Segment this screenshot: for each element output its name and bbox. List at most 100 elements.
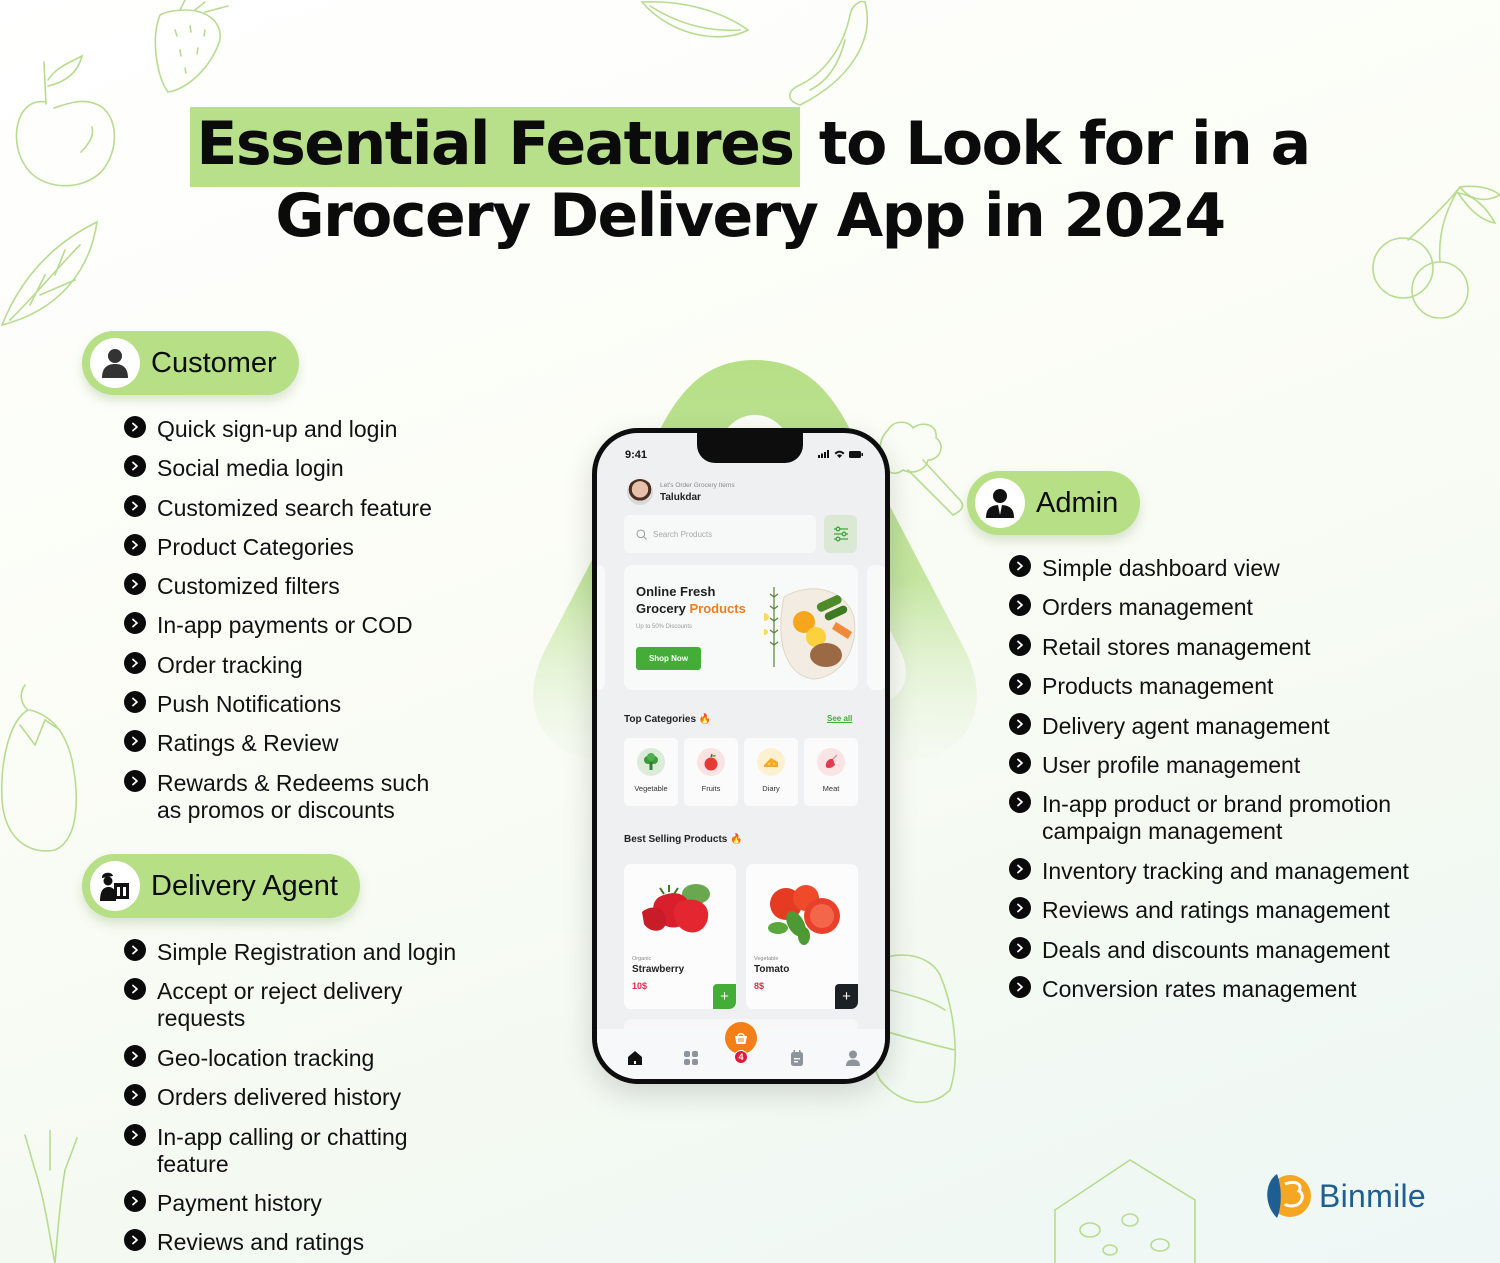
product-list: Organic Strawberry 10$ + Vegetable Tomato 8$ +	[624, 864, 858, 1009]
binmile-logo: Binmile	[1263, 1170, 1426, 1222]
feature-item: Order tracking	[124, 651, 457, 679]
product-card[interactable]: Organic Strawberry 10$ +	[624, 864, 736, 1009]
chevron-right-icon	[1009, 594, 1031, 617]
feature-item: Conversion rates management	[1009, 975, 1442, 1003]
product-price: 8$	[754, 981, 765, 991]
feature-text: Customized filters	[157, 573, 340, 600]
tab-profile[interactable]	[843, 1048, 863, 1068]
feature-item: Quick sign-up and login	[124, 416, 457, 443]
plus-icon: +	[842, 988, 851, 1005]
feature-item: Orders management	[1009, 594, 1442, 621]
category-fruits[interactable]: Fruits	[684, 738, 738, 806]
banner-title-line2: Grocery	[636, 601, 690, 616]
cheese-doodle	[1050, 1150, 1200, 1263]
chevron-right-icon	[1009, 857, 1031, 880]
avatar[interactable]	[627, 479, 653, 505]
admin-section-header: Admin	[967, 471, 1141, 535]
feature-text: Push Notifications	[157, 691, 342, 718]
chevron-right-icon	[124, 939, 146, 961]
see-all-link[interactable]: See all	[827, 714, 852, 723]
binmile-logo-icon	[1267, 1174, 1311, 1218]
tab-home[interactable]	[625, 1048, 645, 1068]
feature-item: User profile management	[1009, 751, 1442, 779]
feature-text: Conversion rates management	[1042, 975, 1357, 1002]
brand-name: Binmile	[1319, 1177, 1427, 1214]
phone-screen: 9:41 Let's Order Grocery Items Talukdar …	[597, 433, 885, 1079]
search-input[interactable]: Search Products	[624, 515, 816, 553]
feature-text: Social media login	[157, 455, 344, 482]
chevron-right-icon	[1009, 555, 1031, 577]
delivery-agent-feature-list: Simple Registration and login Accept or r…	[124, 939, 457, 1263]
category-meat[interactable]: Meat	[804, 738, 858, 806]
promo-banner[interactable]: Online Fresh Grocery Products Up to 50% …	[624, 565, 858, 690]
phone-mockup: 9:41 Let's Order Grocery Items Talukdar …	[592, 428, 890, 1084]
feature-item: Inventory tracking and management	[1009, 857, 1442, 885]
feature-text: Orders management	[1042, 594, 1253, 621]
chevron-right-icon	[124, 1229, 146, 1252]
chevron-right-icon	[1009, 936, 1031, 959]
chevron-right-icon	[124, 573, 146, 596]
admin-label: Admin	[1036, 486, 1119, 519]
search-icon	[636, 529, 647, 540]
bottom-tab-bar: 4	[597, 1022, 885, 1079]
plus-icon: +	[720, 988, 729, 1005]
best-selling-heading: Best Selling Products 🔥	[624, 834, 743, 845]
banner-title-line1: Online Fresh	[636, 584, 716, 599]
feature-text: Orders delivered history	[157, 1084, 402, 1111]
shop-now-button[interactable]: Shop Now	[636, 647, 701, 670]
product-card[interactable]: Vegetable Tomato 8$ +	[746, 864, 858, 1009]
meat-icon	[817, 748, 845, 776]
feature-text: User profile management	[1042, 751, 1301, 778]
leaf-top-doodle	[640, 0, 750, 45]
banner-peek-right	[867, 565, 885, 690]
feature-text: Rewards & Redeems such as promos or disc…	[157, 769, 430, 823]
chevron-right-icon	[124, 416, 146, 438]
add-to-cart-button[interactable]: +	[835, 984, 858, 1009]
feature-text: Product Categories	[157, 533, 354, 560]
grocery-bag-image	[764, 587, 856, 680]
feature-text: Ratings & Review	[157, 730, 339, 757]
category-label: Fruits	[701, 784, 721, 793]
category-list: Vegetable Fruits Diary Meat	[624, 738, 858, 806]
pepper-doodle	[780, 0, 880, 110]
customer-section-header: Customer	[82, 331, 299, 395]
feature-item: Push Notifications	[124, 691, 457, 718]
product-price: 10$	[632, 981, 648, 991]
chevron-right-icon	[1009, 791, 1031, 814]
chevron-right-icon	[124, 769, 146, 792]
tab-orders[interactable]	[787, 1048, 807, 1068]
feature-item: In-app calling or chatting feature	[124, 1123, 457, 1178]
feature-item: Deals and discounts management	[1009, 936, 1442, 964]
category-vegetable[interactable]: Vegetable	[624, 738, 678, 806]
feature-item: Retail stores management	[1009, 633, 1442, 661]
search-placeholder: Search Products	[653, 529, 713, 539]
top-categories-title: Top Categories	[624, 714, 697, 725]
chevron-right-icon	[124, 1123, 146, 1146]
filter-button[interactable]	[824, 515, 857, 553]
feature-item: Accept or reject delivery requests	[124, 978, 457, 1032]
chevron-right-icon	[124, 494, 146, 517]
feature-text: Quick sign-up and login	[157, 416, 398, 442]
sliders-icon	[833, 526, 848, 542]
feature-text: Simple dashboard view	[1042, 555, 1280, 581]
feature-item: Payment history	[124, 1189, 457, 1217]
chevron-right-icon	[124, 1044, 146, 1067]
feature-item: In-app payments or COD	[124, 612, 457, 639]
banner-peek-left	[597, 565, 605, 690]
home-icon	[628, 1051, 642, 1065]
add-to-cart-button[interactable]: +	[713, 984, 736, 1009]
chevron-right-icon	[1009, 897, 1031, 920]
category-label: Vegetable	[634, 784, 668, 793]
feature-item: Simple Registration and login	[124, 939, 457, 966]
feature-text: Simple Registration and login	[157, 939, 457, 965]
category-diary[interactable]: Diary	[744, 738, 798, 806]
feature-item: Ratings & Review	[124, 730, 457, 757]
feature-text: Delivery agent management	[1042, 712, 1330, 739]
chevron-right-icon	[1009, 673, 1031, 696]
user-icon	[90, 338, 140, 388]
signal-icon	[818, 450, 829, 458]
feature-item: Customized search feature	[124, 494, 457, 522]
carrot-doodle	[15, 1129, 85, 1263]
tab-categories[interactable]	[681, 1048, 701, 1068]
greeting: Let's Order Grocery Items Talukdar	[627, 479, 735, 505]
